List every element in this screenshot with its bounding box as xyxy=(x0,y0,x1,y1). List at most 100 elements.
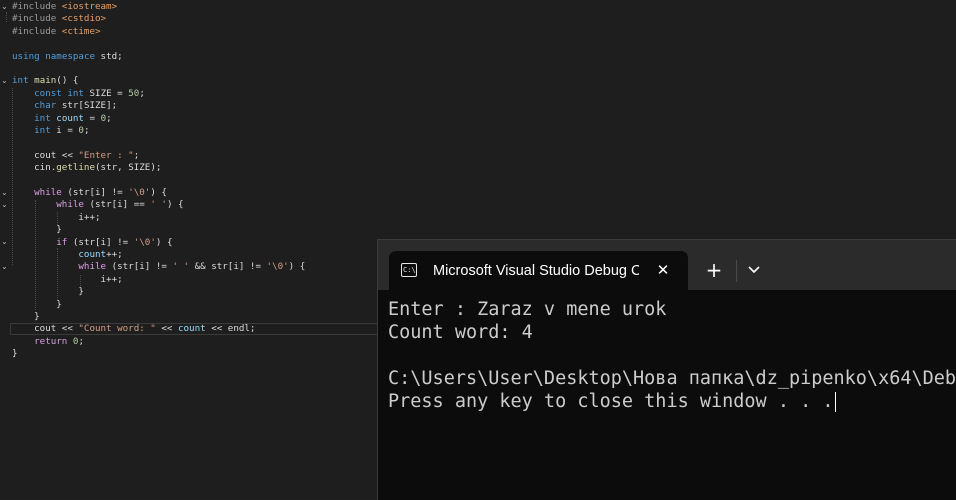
code-token: ) { xyxy=(288,261,306,273)
code-token: } xyxy=(12,286,84,298)
fold-chevron-icon[interactable]: ⌄ xyxy=(1,263,9,271)
code-token: (str[i] == xyxy=(83,199,151,211)
code-token: str[SIZE]; xyxy=(56,100,118,112)
code-line[interactable]: #include <ctime> xyxy=(12,26,101,38)
code-line[interactable]: cout << "Enter : "; xyxy=(12,150,139,162)
code-token: #include xyxy=(12,25,62,37)
code-line[interactable]: } xyxy=(12,299,62,311)
code-token: && str[i] != xyxy=(189,261,267,273)
dropdown-button[interactable] xyxy=(744,259,764,281)
code-token: namespace xyxy=(45,50,96,62)
close-icon: ✕ xyxy=(656,261,670,279)
output-line: Press any key to close this window . . . xyxy=(388,390,956,413)
fold-chevron-icon[interactable]: ⌄ xyxy=(1,238,9,246)
output-line: C:\Users\User\Desktop\Нова папка\dz_pipe… xyxy=(388,368,956,389)
console-icon: C:\ xyxy=(401,263,417,277)
code-token: "Enter : " xyxy=(78,149,134,161)
code-token: ) { xyxy=(150,187,167,198)
code-token: ' ' xyxy=(172,261,190,273)
code-token: int xyxy=(34,125,51,136)
code-line[interactable]: while (str[i] != '\0') { xyxy=(12,187,167,199)
code-line[interactable]: count++; xyxy=(12,249,123,261)
new-tab-button[interactable]: + xyxy=(704,259,724,281)
code-token: () { xyxy=(56,75,79,87)
code-token: int xyxy=(67,87,84,99)
plus-icon: + xyxy=(705,258,723,282)
code-token: ++; xyxy=(106,249,123,260)
code-token: return xyxy=(34,335,68,347)
output-line: Count word: 4 xyxy=(388,322,533,343)
tab-debug-console[interactable]: C:\ Microsoft Visual Studio Debug Consol… xyxy=(389,251,688,290)
code-token: } xyxy=(12,311,40,322)
code-token: << endl; xyxy=(205,323,256,335)
code-token: int xyxy=(34,112,51,124)
code-line[interactable]: int i = 0; xyxy=(12,125,90,137)
code-token: if xyxy=(56,236,68,248)
code-line[interactable]: } xyxy=(12,286,84,298)
fold-chevron-icon[interactable]: ⌄ xyxy=(1,3,9,11)
code-token: getline xyxy=(56,162,95,174)
output-line-text: Press any key to close this window . . . xyxy=(388,391,834,412)
code-token: '\0' xyxy=(133,236,156,248)
terminal-output[interactable]: Enter : Zaraz v mene urok Count word: 4 … xyxy=(388,298,956,498)
code-token: #include xyxy=(12,13,62,25)
code-line[interactable]: cin.getline(str, SIZE); xyxy=(12,162,161,174)
code-line[interactable]: char str[SIZE]; xyxy=(12,100,117,112)
code-line[interactable]: i++; xyxy=(12,274,123,286)
code-line[interactable]: i++; xyxy=(12,212,100,224)
code-line[interactable]: using namespace std; xyxy=(12,51,123,63)
code-line[interactable]: if (str[i] != '\0') { xyxy=(12,237,172,249)
code-line[interactable]: #include <iostream> xyxy=(12,1,117,13)
code-line[interactable]: #include <cstdio> xyxy=(12,13,106,25)
terminal-title-bar[interactable]: C:\ Microsoft Visual Studio Debug Consol… xyxy=(378,240,956,290)
code-token: while xyxy=(34,187,62,198)
code-line[interactable]: } xyxy=(12,348,18,360)
close-tab-button[interactable]: ✕ xyxy=(655,261,671,279)
code-token: (str[i] != xyxy=(67,236,134,248)
code-line[interactable]: int count = 0; xyxy=(12,113,112,125)
code-line[interactable]: int main() { xyxy=(12,75,78,87)
code-token: cout << xyxy=(12,323,79,335)
code-line[interactable]: cout << "Count word: " << count << endl; xyxy=(12,323,255,335)
code-token: = xyxy=(83,112,101,124)
code-token: main xyxy=(34,75,57,87)
code-token: const xyxy=(34,87,62,99)
code-token: count xyxy=(56,112,84,124)
code-line[interactable]: while (str[i] != ' ' && str[i] != '\0') … xyxy=(12,261,305,273)
code-line[interactable]: } xyxy=(12,311,40,323)
output-line: Enter : Zaraz v mene urok xyxy=(388,299,667,320)
code-line[interactable]: return 0; xyxy=(12,336,84,348)
code-token: '\0' xyxy=(266,261,289,273)
code-token: ; xyxy=(133,149,140,161)
code-token: <cstdio> xyxy=(61,13,107,25)
code-token: count xyxy=(78,249,107,260)
code-token: } xyxy=(12,298,62,310)
code-token: ) { xyxy=(155,236,173,248)
code-token: (str[i] != xyxy=(106,261,173,273)
fold-chevron-icon[interactable]: ⌄ xyxy=(1,77,9,85)
code-token: << xyxy=(155,323,178,335)
fold-chevron-icon[interactable]: ⌄ xyxy=(1,201,9,209)
code-token: using xyxy=(12,50,40,62)
tab-title: Microsoft Visual Studio Debug Console xyxy=(433,263,639,279)
code-token: (str, SIZE); xyxy=(95,162,162,174)
code-line[interactable]: while (str[i] == ' ') { xyxy=(12,199,183,211)
fold-chevron-icon[interactable]: ⌄ xyxy=(1,189,9,197)
code-line[interactable]: const int SIZE = 50; xyxy=(12,88,145,100)
code-token: while xyxy=(56,199,84,211)
chevron-down-icon xyxy=(748,266,760,274)
code-token: ; xyxy=(83,125,90,136)
text-cursor xyxy=(834,392,836,412)
debug-console-window[interactable]: C:\ Microsoft Visual Studio Debug Consol… xyxy=(377,239,956,500)
code-line[interactable]: } xyxy=(12,224,62,236)
code-token: ; xyxy=(78,335,84,347)
code-token: SIZE = xyxy=(83,87,129,99)
code-token: char xyxy=(34,100,57,112)
code-token: int xyxy=(12,75,29,87)
